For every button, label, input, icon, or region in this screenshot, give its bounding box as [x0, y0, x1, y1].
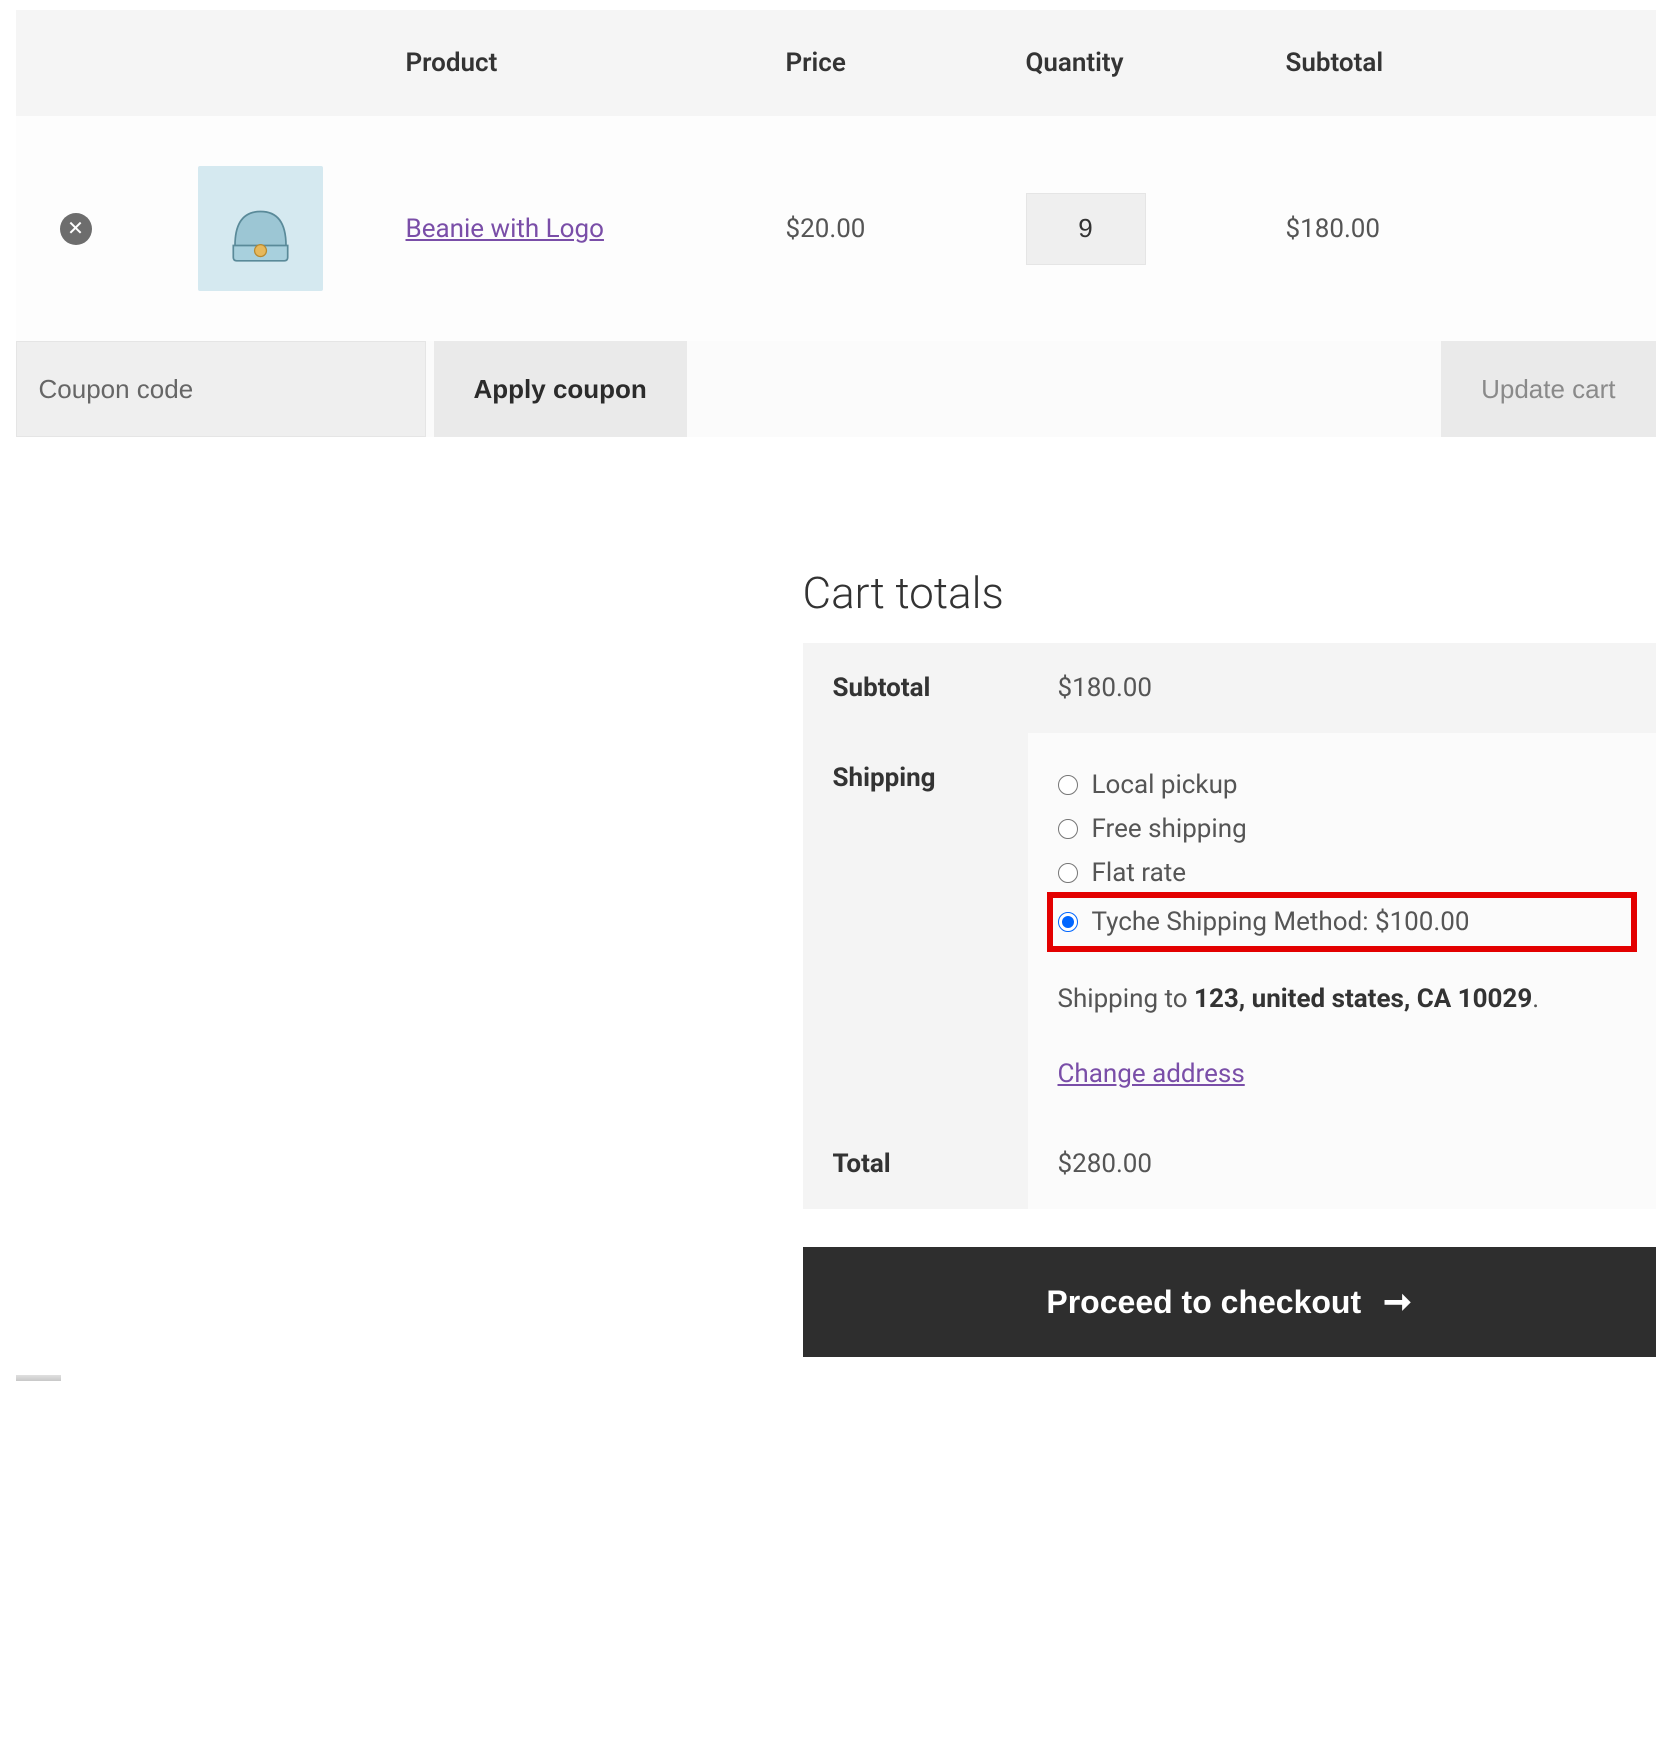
- col-remove: [16, 10, 136, 116]
- radio-tyche-shipping[interactable]: [1058, 912, 1078, 932]
- shipping-option-label: Free shipping: [1092, 814, 1247, 844]
- remove-item-button[interactable]: ✕: [60, 213, 92, 245]
- change-address-link[interactable]: Change address: [1058, 1059, 1245, 1089]
- col-product: Product: [386, 10, 766, 116]
- totals-table: Subtotal $180.00 Shipping Local pickup F…: [803, 643, 1656, 1209]
- cart-totals-title: Cart totals: [803, 567, 1656, 619]
- shipping-options: Local pickup Free shipping Flat rate: [1058, 763, 1626, 949]
- item-price: $20.00: [766, 116, 1006, 341]
- update-cart-button[interactable]: Update cart: [1441, 341, 1655, 437]
- col-thumb: [136, 10, 386, 116]
- shipping-to-text: Shipping to 123, united states, CA 10029…: [1058, 979, 1626, 1019]
- cart-totals: Cart totals Subtotal $180.00 Shipping Lo…: [803, 567, 1656, 1357]
- col-subtotal: Subtotal: [1266, 10, 1656, 116]
- col-price: Price: [766, 10, 1006, 116]
- shipping-option-label: Tyche Shipping Method: $100.00: [1092, 907, 1470, 937]
- radio-local-pickup[interactable]: [1058, 775, 1078, 795]
- shipping-option-label: Local pickup: [1092, 770, 1238, 800]
- spacer: [695, 341, 1433, 437]
- cart-header-row: Product Price Quantity Subtotal: [16, 10, 1656, 116]
- item-subtotal: $180.00: [1266, 116, 1656, 341]
- shipping-option-tyche[interactable]: Tyche Shipping Method: $100.00: [1050, 895, 1634, 949]
- totals-subtotal-row: Subtotal $180.00: [803, 643, 1656, 733]
- total-label: Total: [803, 1119, 1028, 1209]
- col-qty: Quantity: [1006, 10, 1266, 116]
- shipping-to-address: 123, united states, CA 10029: [1194, 984, 1532, 1014]
- coupon-code-input[interactable]: [16, 341, 426, 437]
- shipping-to-prefix: Shipping to: [1058, 984, 1195, 1014]
- radio-flat-rate[interactable]: [1058, 863, 1078, 883]
- proceed-to-checkout-button[interactable]: Proceed to checkout ➞: [803, 1247, 1656, 1357]
- shipping-option-free[interactable]: Free shipping: [1058, 807, 1626, 851]
- shipping-option-label: Flat rate: [1092, 858, 1187, 888]
- product-link[interactable]: Beanie with Logo: [406, 214, 604, 244]
- cart-page: Product Price Quantity Subtotal ✕: [16, 10, 1656, 1381]
- cart-actions: Apply coupon Update cart: [16, 341, 1656, 437]
- page-bottom-accent: [16, 1375, 61, 1381]
- radio-free-shipping[interactable]: [1058, 819, 1078, 839]
- beanie-icon: [218, 186, 303, 271]
- subtotal-label: Subtotal: [803, 643, 1028, 733]
- subtotal-value: $180.00: [1028, 643, 1656, 733]
- quantity-input[interactable]: [1026, 193, 1146, 265]
- product-thumbnail[interactable]: [198, 166, 323, 291]
- totals-shipping-row: Shipping Local pickup Free shipping: [803, 733, 1656, 1119]
- shipping-option-local[interactable]: Local pickup: [1058, 763, 1626, 807]
- total-value: $280.00: [1028, 1119, 1656, 1209]
- cart-row: ✕ Beanie with Logo $20.00: [16, 116, 1656, 341]
- arrow-right-icon: ➞: [1383, 1285, 1412, 1319]
- checkout-label: Proceed to checkout: [1046, 1284, 1361, 1321]
- shipping-option-flat[interactable]: Flat rate: [1058, 851, 1626, 895]
- apply-coupon-button[interactable]: Apply coupon: [434, 341, 687, 437]
- shipping-label: Shipping: [803, 733, 1028, 1119]
- close-icon: ✕: [67, 219, 84, 239]
- totals-total-row: Total $280.00: [803, 1119, 1656, 1209]
- cart-table: Product Price Quantity Subtotal ✕: [16, 10, 1656, 341]
- shipping-to-suffix: .: [1532, 984, 1539, 1014]
